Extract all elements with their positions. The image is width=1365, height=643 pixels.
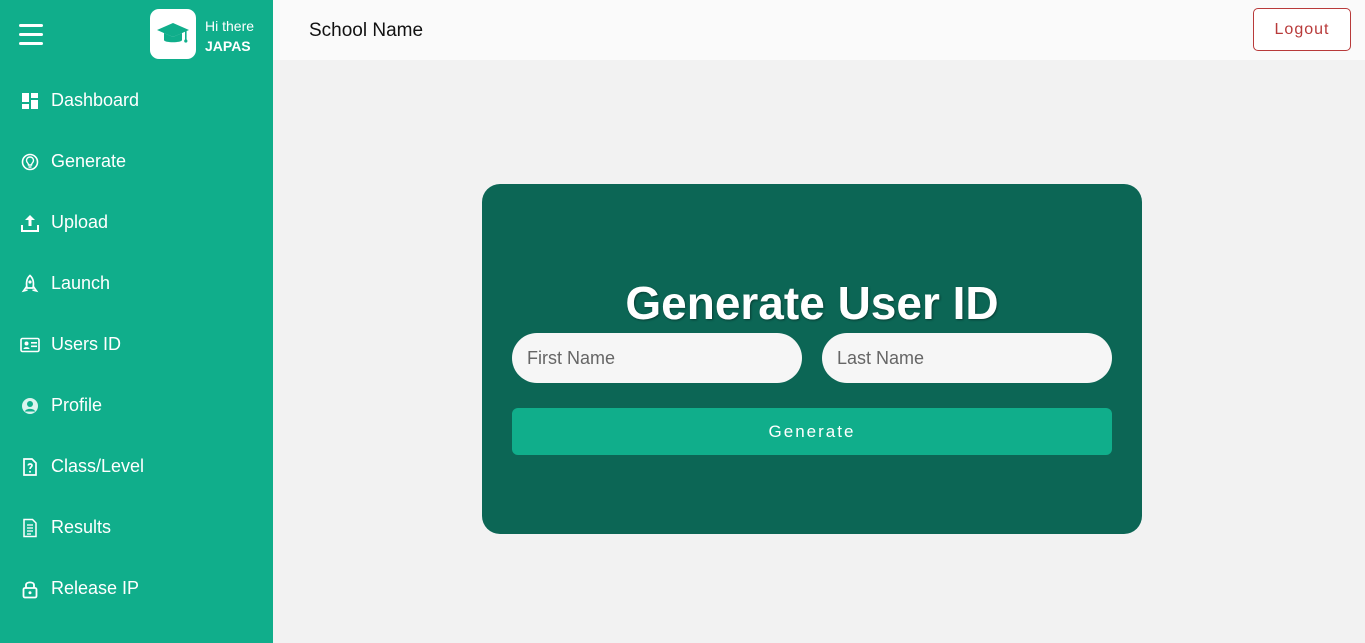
sidebar-header: Hi there JAPAS — [0, 0, 273, 70]
id-card-icon — [20, 335, 40, 355]
generate-user-id-card: Generate User ID Generate — [482, 184, 1142, 534]
sidebar-item-label: Release IP — [51, 578, 140, 598]
document-icon — [20, 518, 40, 538]
sidebar-item-label: Upload — [51, 212, 109, 232]
dashboard-icon — [20, 91, 40, 111]
sidebar-item-label: Generate — [51, 151, 127, 171]
sidebar-item-label: Profile — [51, 395, 103, 415]
user-circle-icon — [20, 396, 40, 416]
page-title: Generate User ID — [625, 277, 999, 329]
question-file-icon — [20, 457, 40, 477]
sidebar-item-users-id[interactable]: Users ID — [0, 314, 273, 375]
sidebar-item-label: Dashboard — [51, 90, 140, 110]
username-text: JAPAS — [205, 38, 251, 54]
generate-button[interactable]: Generate — [512, 408, 1112, 455]
graduation-cap-icon — [150, 9, 196, 59]
first-name-input[interactable] — [512, 333, 802, 383]
sidebar-item-launch[interactable]: Launch — [0, 253, 273, 314]
sidebar-item-label: Users ID — [51, 334, 122, 354]
sidebar-item-results[interactable]: Results — [0, 497, 273, 558]
sidebar-item-label: Launch — [51, 273, 111, 293]
sidebar-item-upload[interactable]: Upload — [0, 192, 273, 253]
sidebar-item-label: Results — [51, 517, 112, 537]
rocket-icon — [20, 273, 40, 294]
menu-toggle-icon[interactable] — [19, 24, 43, 46]
school-name: School Name — [309, 20, 424, 41]
user-greeting: Hi there JAPAS — [205, 16, 254, 56]
last-name-input[interactable] — [822, 333, 1112, 383]
greeting-text: Hi there — [205, 18, 255, 34]
sidebar-item-profile[interactable]: Profile — [0, 375, 273, 436]
sidebar-item-dashboard[interactable]: Dashboard — [0, 70, 273, 131]
lock-icon — [20, 579, 40, 599]
upload-icon — [20, 213, 40, 233]
sidebar-item-release-ip[interactable]: Release IP — [0, 558, 273, 619]
sidebar-item-generate[interactable]: Generate — [0, 131, 273, 192]
logout-button[interactable]: Logout — [1253, 8, 1351, 51]
sidebar-item-class-level[interactable]: Class/Level — [0, 436, 273, 497]
sidebar-nav: Dashboard Generate Upload Launch Users I… — [0, 70, 273, 619]
sidebar-item-label: Class/Level — [51, 456, 145, 476]
top-bar: School Name Logout — [273, 0, 1365, 60]
sidebar: Hi there JAPAS Dashboard Generate Upload — [0, 0, 273, 643]
bulb-icon — [20, 152, 40, 172]
